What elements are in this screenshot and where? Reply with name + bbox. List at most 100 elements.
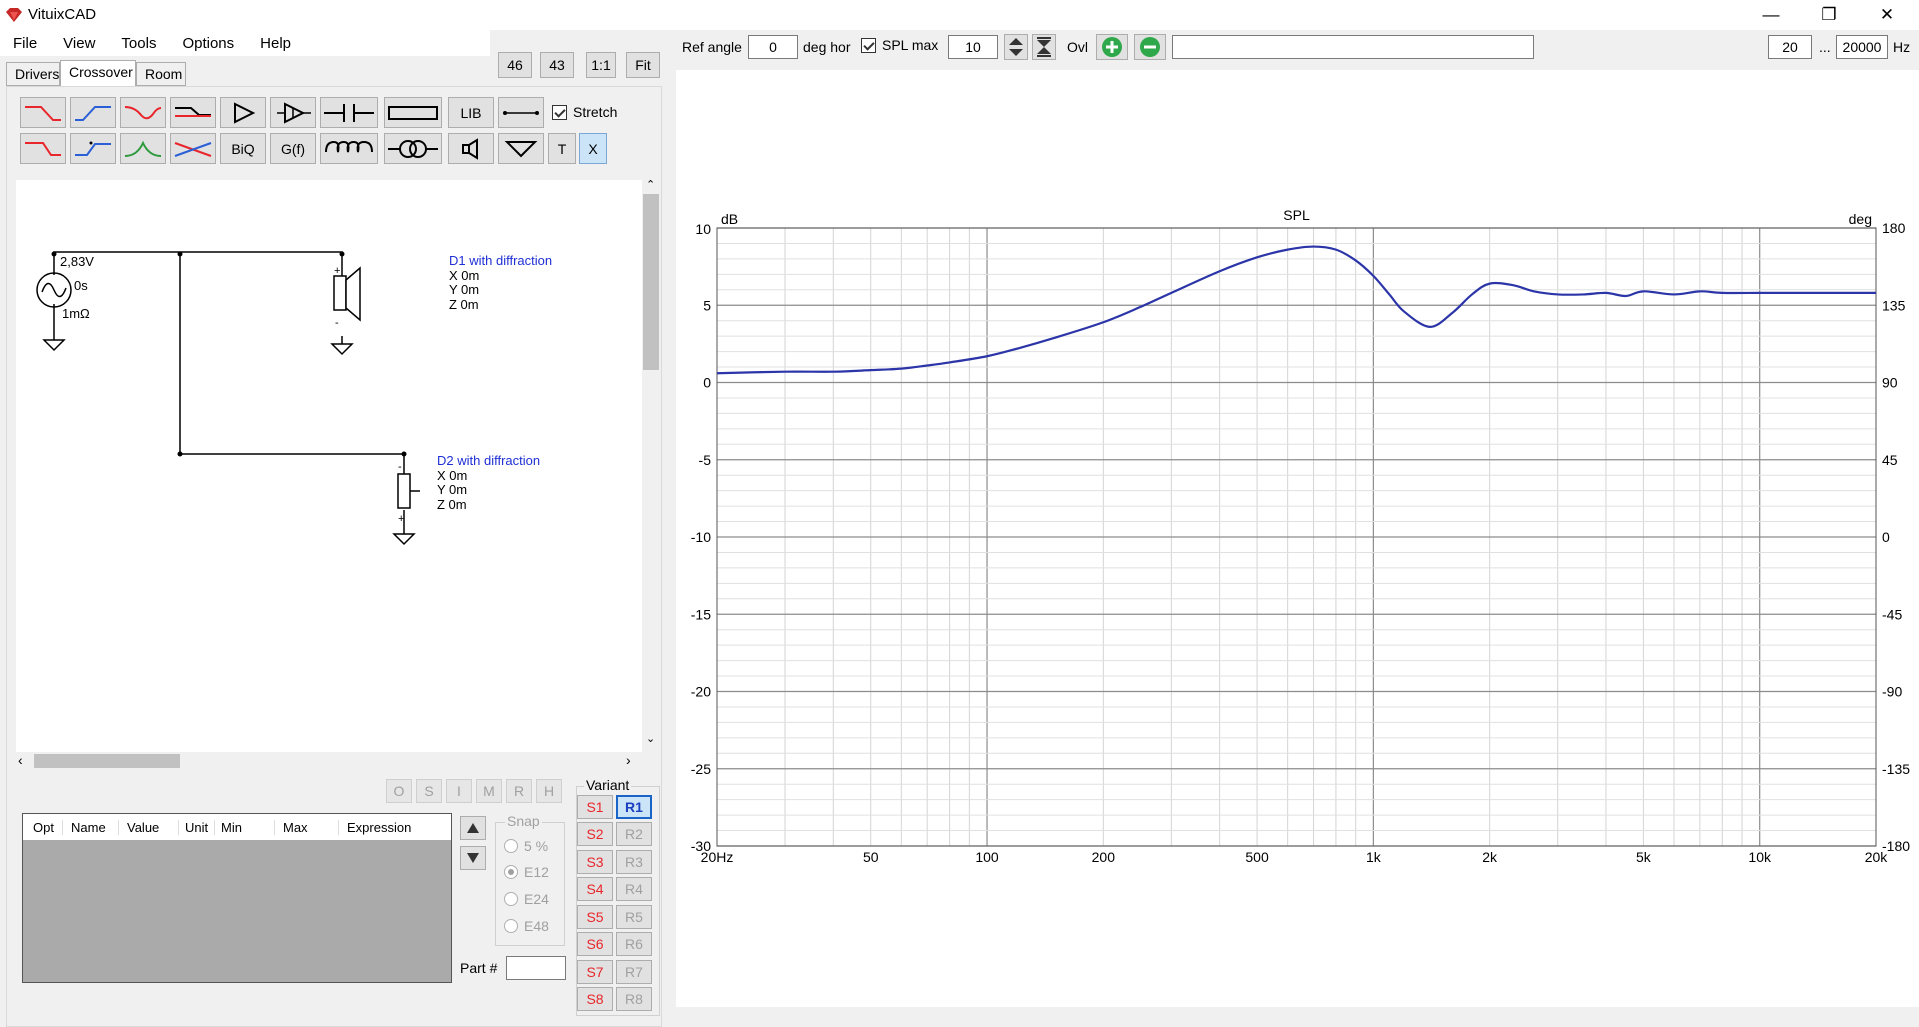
tab-room[interactable]: Room: [136, 62, 186, 86]
freq-min-input[interactable]: 20: [1768, 35, 1812, 59]
parts-table[interactable]: Opt Name Value Unit Min Max Expression: [22, 813, 452, 983]
variant-r4-button[interactable]: R4: [616, 877, 652, 901]
remove-overlay-button[interactable]: [1134, 34, 1166, 60]
spl-max-input[interactable]: 10: [948, 35, 998, 59]
zoom-1to1-button[interactable]: 1:1: [586, 52, 616, 78]
zoom-fit-button[interactable]: Fit: [626, 52, 660, 78]
shelf-tool-button[interactable]: [170, 97, 216, 128]
spl-chart[interactable]: SPLdB deg1050-5-10-15-20-25-3018013590450…: [676, 70, 1919, 1007]
move-down-button[interactable]: [460, 846, 486, 870]
gf-tool-button[interactable]: G(f): [270, 133, 316, 164]
maximize-button[interactable]: ❐: [1800, 0, 1858, 30]
d1-y: Y 0m: [449, 282, 480, 297]
variant-s8-button[interactable]: S8: [577, 987, 613, 1011]
capacitor-tool-button[interactable]: [320, 97, 378, 128]
wire-tool-button[interactable]: [498, 97, 544, 128]
variant-r1-button[interactable]: R1: [616, 795, 652, 819]
scroll-down-icon[interactable]: ⌄: [646, 732, 655, 745]
col-unit[interactable]: Unit: [179, 819, 215, 835]
spl-spinner-button[interactable]: [1004, 34, 1028, 60]
opt-h-button[interactable]: H: [536, 779, 562, 803]
zoom-46-button[interactable]: 46: [498, 52, 532, 78]
lowpass-tool-button[interactable]: [20, 97, 66, 128]
transformer-tool-button[interactable]: [384, 133, 442, 164]
tab-crossover[interactable]: Crossover: [60, 60, 136, 87]
zoom-43-button[interactable]: 43: [540, 52, 574, 78]
variant-r3-button[interactable]: R3: [616, 850, 652, 874]
variant-r5-button[interactable]: R5: [616, 905, 652, 929]
library-button[interactable]: LIB: [448, 97, 494, 128]
opt-i-button[interactable]: I: [446, 779, 472, 803]
menu-options[interactable]: Options: [169, 35, 247, 52]
buffer-tool-button[interactable]: [220, 97, 266, 128]
hscroll-thumb[interactable]: [34, 754, 180, 768]
move-up-button[interactable]: [460, 816, 486, 840]
menu-help[interactable]: Help: [247, 35, 304, 52]
stretch-checkbox[interactable]: Stretch: [552, 104, 617, 120]
freq-max-input[interactable]: 20000: [1836, 35, 1888, 59]
scroll-right-icon[interactable]: ›: [626, 752, 631, 768]
part-number-input[interactable]: [506, 956, 566, 980]
ref-angle-input[interactable]: 0: [748, 35, 798, 59]
minimize-button[interactable]: —: [1742, 0, 1800, 30]
opt-o-button[interactable]: O: [386, 779, 412, 803]
snap-5-radio[interactable]: 5 %: [504, 838, 548, 854]
add-overlay-button[interactable]: [1096, 34, 1128, 60]
menu-tools[interactable]: Tools: [108, 35, 169, 52]
close-button[interactable]: ✕: [1858, 0, 1916, 30]
col-min[interactable]: Min: [215, 819, 275, 835]
variant-s2-button[interactable]: S2: [577, 822, 613, 846]
variant-r8-button[interactable]: R8: [616, 987, 652, 1011]
allpass-tool-button[interactable]: [170, 133, 216, 164]
variant-s7-button[interactable]: S7: [577, 960, 613, 984]
opt-s-button[interactable]: S: [416, 779, 442, 803]
col-opt[interactable]: Opt: [23, 819, 63, 835]
biquad-tool-button[interactable]: BiQ: [220, 133, 266, 164]
d1-name[interactable]: D1 with diffraction: [449, 253, 552, 269]
snap-e48-radio[interactable]: E48: [504, 918, 549, 934]
resistor-tool-button[interactable]: [384, 97, 442, 128]
variant-s3-button[interactable]: S3: [577, 850, 613, 874]
d2-name[interactable]: D2 with diffraction: [437, 453, 540, 469]
overlay-name-input[interactable]: [1172, 35, 1534, 59]
inductor-tool-button[interactable]: [320, 133, 378, 164]
text-tool-button[interactable]: T: [548, 133, 576, 164]
ground-tool-button[interactable]: [498, 133, 544, 164]
snap-e24-radio[interactable]: E24: [504, 891, 549, 907]
variant-r7-button[interactable]: R7: [616, 960, 652, 984]
highpass-alt-tool-button[interactable]: [70, 133, 116, 164]
tab-drivers[interactable]: Drivers: [6, 62, 60, 86]
menu-file[interactable]: File: [0, 35, 50, 52]
spl-auto-button[interactable]: [1032, 34, 1056, 60]
opt-m-button[interactable]: M: [476, 779, 502, 803]
snap-e12-radio[interactable]: E12: [504, 864, 549, 880]
scroll-up-icon[interactable]: ⌃: [646, 178, 655, 191]
lowpass-alt-tool-button[interactable]: [20, 133, 66, 164]
menu-view[interactable]: View: [50, 35, 108, 52]
notch-tool-button[interactable]: [120, 97, 166, 128]
col-value[interactable]: Value: [119, 819, 179, 835]
schematic-vscrollbar[interactable]: ⌃ ⌄: [642, 178, 660, 752]
scroll-left-icon[interactable]: ‹: [18, 752, 23, 768]
spl-max-checkbox[interactable]: SPL max: [861, 37, 938, 53]
variant-s1-button[interactable]: S1: [577, 795, 613, 819]
vscroll-thumb[interactable]: [643, 194, 659, 370]
variant-s5-button[interactable]: S5: [577, 905, 613, 929]
variant-s4-button[interactable]: S4: [577, 877, 613, 901]
d1-z: Z 0m: [449, 296, 479, 312]
opt-r-button[interactable]: R: [506, 779, 532, 803]
d2-driver-icon[interactable]: [397, 473, 420, 509]
delete-tool-button[interactable]: X: [579, 133, 607, 164]
highpass-tool-button[interactable]: [70, 97, 116, 128]
col-name[interactable]: Name: [63, 819, 119, 835]
col-max[interactable]: Max: [275, 819, 339, 835]
variant-r2-button[interactable]: R2: [616, 822, 652, 846]
schematic-canvas[interactable]: + - - + 2,83V 0s 1mΩ D1 with diffraction…: [16, 180, 642, 752]
bandpass-tool-button[interactable]: [120, 133, 166, 164]
opamp-tool-button[interactable]: [270, 97, 316, 128]
driver-tool-button[interactable]: [448, 133, 494, 164]
schematic-hscrollbar[interactable]: ‹ ›: [16, 752, 642, 770]
variant-r6-button[interactable]: R6: [616, 932, 652, 956]
variant-s6-button[interactable]: S6: [577, 932, 613, 956]
col-expression[interactable]: Expression: [339, 820, 449, 835]
